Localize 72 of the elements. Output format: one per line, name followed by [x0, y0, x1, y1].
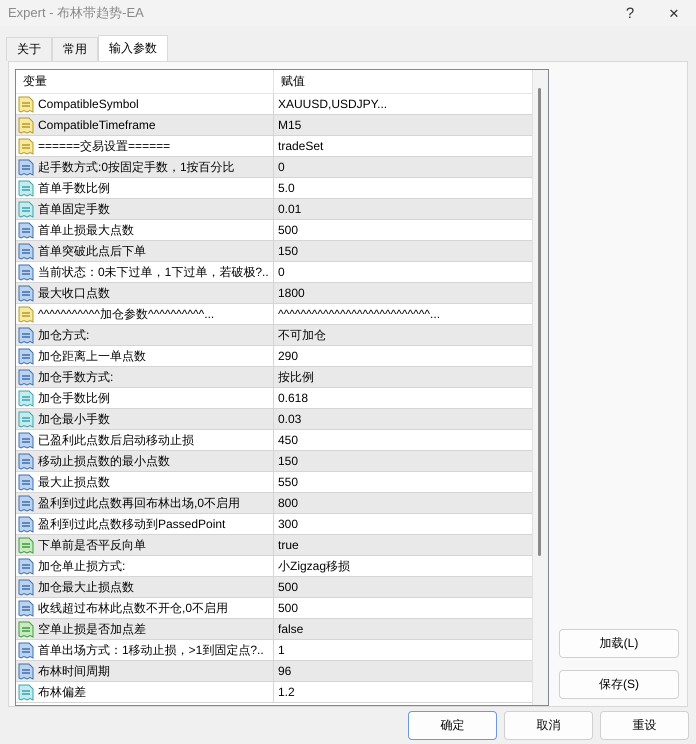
parameter-name: 起手数方式:0按固定手数，1按百分比	[38, 158, 235, 176]
parameter-name: CompatibleTimeframe	[38, 118, 156, 132]
parameter-name: 下单前是否平反向单	[38, 536, 146, 554]
parameter-name: 首单止损最大点数	[38, 222, 134, 238]
parameter-name: 加仓手数比例	[38, 390, 110, 406]
parameter-value[interactable]: 0.618	[278, 391, 308, 405]
save-button[interactable]: 保存(S)	[559, 670, 679, 699]
parameter-value[interactable]: 550	[278, 475, 298, 489]
tab[interactable]: 关于	[6, 37, 52, 61]
parameter-name: 已盈利此点数后启动移动止损	[38, 432, 194, 448]
parameter-name: 最大止损点数	[38, 474, 110, 490]
parameter-value[interactable]: 300	[278, 517, 298, 531]
parameter-name: 加仓最大止损点数	[38, 578, 134, 596]
load-button[interactable]: 加载(L)	[559, 629, 679, 658]
parameter-value[interactable]: M15	[278, 118, 302, 132]
parameter-name: 首单突破此点后下单	[38, 242, 146, 260]
parameter-value[interactable]: 5.0	[278, 181, 295, 195]
parameter-value[interactable]: true	[278, 538, 299, 552]
parameter-value[interactable]: 150	[278, 244, 298, 258]
parameter-value[interactable]: 0	[278, 160, 285, 174]
parameter-value[interactable]: 96	[278, 664, 292, 678]
parameter-value[interactable]: 1.2	[278, 685, 295, 699]
parameter-name: 加仓方式:	[38, 326, 90, 344]
parameter-name: 首单固定手数	[38, 200, 110, 218]
parameter-name: CompatibleSymbol	[38, 97, 139, 111]
ok-button[interactable]: 确定	[408, 711, 497, 740]
parameter-value[interactable]: 450	[278, 433, 298, 447]
column-header[interactable]: 赋值	[274, 70, 305, 93]
parameter-value[interactable]: 150	[278, 454, 298, 468]
parameter-value[interactable]: 800	[278, 496, 298, 510]
parameter-value[interactable]: 500	[278, 580, 298, 594]
parameter-value[interactable]: 不可加仓	[278, 326, 326, 344]
parameter-value[interactable]: 500	[278, 223, 298, 237]
parameter-name: 收线超过布林此点数不开仓,0不启用	[38, 600, 228, 616]
parameter-name: 布林偏差	[38, 684, 86, 700]
reset-button[interactable]: 重设	[600, 711, 689, 740]
scrollbar[interactable]	[532, 70, 548, 705]
close-button[interactable]: ✕	[652, 0, 696, 26]
parameter-value[interactable]: 按比例	[278, 368, 314, 386]
parameter-value[interactable]: false	[278, 622, 304, 636]
parameter-name: 空单止损是否加点差	[38, 620, 146, 638]
tab[interactable]: 常用	[52, 37, 98, 61]
parameter-value[interactable]: 0	[278, 265, 285, 279]
parameter-name: 最大收口点数	[38, 284, 110, 302]
parameter-name: 盈利到过此点数再回布林出场,0不启用	[38, 494, 240, 512]
parameter-name: ^^^^^^^^^^^加仓参数^^^^^^^^^^...	[38, 306, 214, 322]
parameter-value[interactable]: tradeSet	[278, 139, 324, 153]
cancel-button[interactable]: 取消	[504, 711, 593, 740]
parameter-name: 盈利到过此点数移动到PassedPoint	[38, 516, 226, 532]
parameter-name: 当前状态：0未下过单，1下过单，若破极?..	[38, 264, 269, 280]
parameter-value[interactable]: 1	[278, 643, 285, 657]
help-button[interactable]: ?	[608, 0, 652, 26]
parameter-value[interactable]: ^^^^^^^^^^^^^^^^^^^^^^^^^^^...	[278, 307, 440, 321]
window-title: Expert - 布林带趋势-EA	[7, 4, 144, 22]
parameter-name: 移动止损点数的最小点数	[38, 452, 170, 470]
parameter-value[interactable]: 0.03	[278, 412, 302, 426]
parameter-name: 首单手数比例	[38, 180, 110, 196]
parameter-value[interactable]: 小Zigzag移损	[278, 558, 350, 574]
tab[interactable]: 输入参数	[98, 35, 168, 61]
parameter-name: 加仓最小手数	[38, 410, 110, 428]
parameter-value[interactable]: 0.01	[278, 202, 302, 216]
parameter-value[interactable]: 1800	[278, 286, 305, 300]
column-header[interactable]: 变量	[16, 70, 274, 93]
parameter-name: 首单出场方式：1移动止损，>1到固定点?..	[38, 642, 264, 658]
parameter-name: 加仓手数方式:	[38, 368, 114, 386]
parameter-name: 加仓距离上一单点数	[38, 348, 146, 364]
parameter-value[interactable]: 290	[278, 349, 298, 363]
parameter-value[interactable]: 500	[278, 601, 298, 615]
parameter-name: 布林时间周期	[38, 662, 110, 680]
parameter-name: 加仓单止损方式:	[38, 558, 126, 574]
parameter-name: ======交易设置======	[38, 138, 170, 154]
parameter-value[interactable]: XAUUSD,USDJPY...	[278, 97, 388, 111]
